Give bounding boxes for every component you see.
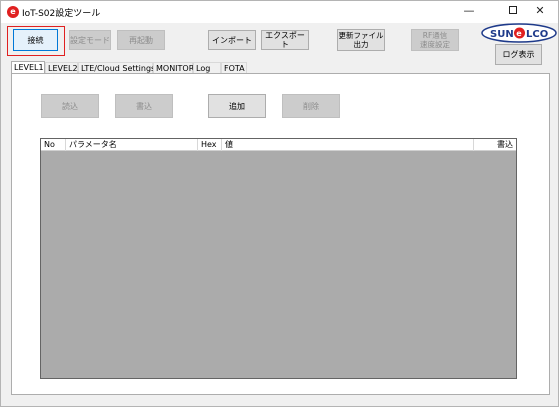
close-icon[interactable]: ✕: [522, 1, 558, 23]
update-file-output-button[interactable]: 更新ファイル 出力: [337, 29, 385, 51]
parameter-grid[interactable]: No パラメータ名 Hex 値 書込: [40, 138, 517, 379]
write-button[interactable]: 書込: [115, 94, 173, 118]
export-button[interactable]: エクスポート: [261, 30, 309, 50]
column-header-value[interactable]: 値: [222, 139, 474, 151]
rf-label-line1: RF通信: [422, 31, 448, 40]
app-window: e IoT-S02設定ツール — ✕ 接続 設定モード 再起動 インポート エク…: [0, 0, 559, 407]
title-bar: e IoT-S02設定ツール — ✕: [1, 1, 558, 23]
read-button[interactable]: 読込: [41, 94, 99, 118]
setmode-button[interactable]: 設定モード: [69, 30, 111, 50]
column-header-hex[interactable]: Hex: [198, 139, 222, 151]
logo-text-left: SUN: [490, 29, 514, 40]
restart-button[interactable]: 再起動: [117, 30, 165, 50]
connect-button[interactable]: 接続: [13, 29, 58, 51]
logo-text-e: e: [516, 29, 522, 38]
column-header-write[interactable]: 書込: [474, 139, 516, 151]
log-display-button[interactable]: ログ表示: [495, 44, 542, 65]
add-button[interactable]: 追加: [208, 94, 266, 118]
import-button[interactable]: インポート: [208, 30, 256, 50]
update-label-line1: 更新ファイル: [338, 31, 384, 40]
column-header-no[interactable]: No: [41, 139, 66, 151]
delete-button[interactable]: 削除: [282, 94, 340, 118]
column-header-parameter-name[interactable]: パラメータ名: [66, 139, 198, 151]
app-logo-icon: e: [7, 6, 19, 18]
grid-header: No パラメータ名 Hex 値 書込: [41, 139, 516, 151]
window-title: IoT-S02設定ツール: [22, 9, 101, 19]
logo-text-right: LCO: [526, 29, 548, 40]
rf-speed-setting-button[interactable]: RF通信 速度設定: [411, 29, 459, 51]
sunelco-logo: SUN e LCO: [481, 23, 557, 43]
rf-label-line2: 速度設定: [420, 40, 450, 49]
minimize-icon[interactable]: —: [451, 1, 487, 23]
update-label-line2: 出力: [353, 40, 369, 49]
